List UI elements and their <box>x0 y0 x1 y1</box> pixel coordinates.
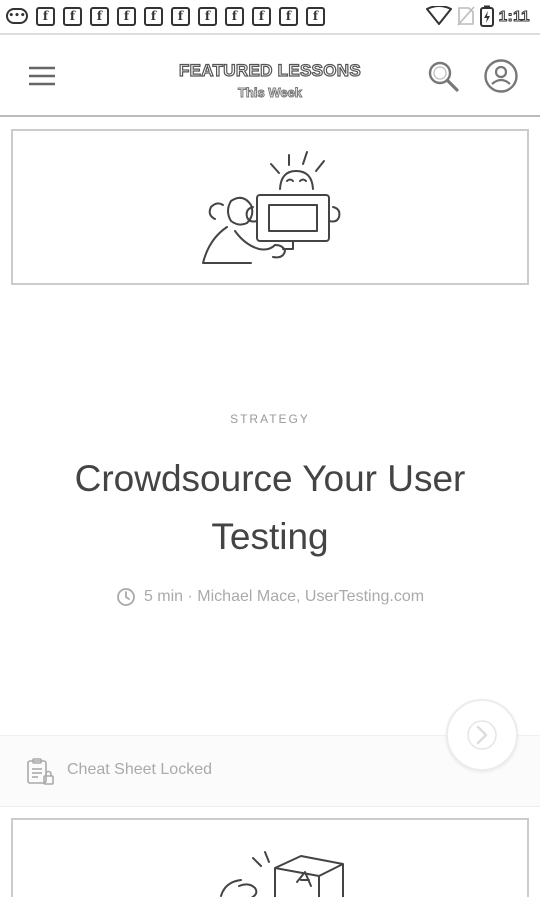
clock-icon <box>117 588 135 606</box>
wifi-icon <box>425 6 452 25</box>
search-button[interactable] <box>424 57 462 95</box>
more-notifications-icon: ••• <box>6 8 28 24</box>
box-illustration <box>220 851 344 897</box>
notification-icons: ••• f f f f f f f f f f f <box>0 6 325 26</box>
next-lesson-illustration[interactable] <box>11 818 529 897</box>
lesson-meta-text: 5 min · Michael Mace, UserTesting.com <box>143 588 425 605</box>
facebook-notification-icon: f <box>90 6 109 26</box>
lesson-illustration[interactable] <box>11 129 529 285</box>
facebook-notification-icon: f <box>63 6 82 26</box>
facebook-notification-icon: f <box>36 6 55 26</box>
profile-icon <box>484 59 518 93</box>
facebook-notification-icon: f <box>117 6 136 26</box>
lesson-meta: 5 min · Michael Mace, UserTesting.com <box>0 587 540 607</box>
battery-icon <box>479 5 494 27</box>
system-icons: 1:11 <box>425 5 530 27</box>
status-bar: ••• f f f f f f f f f f f 1:11 <box>0 0 540 32</box>
facebook-notification-icon: f <box>306 6 325 26</box>
facebook-notification-icon: f <box>252 6 271 26</box>
lesson-title[interactable]: Crowdsource Your User Testing <box>30 450 510 566</box>
search-icon <box>428 61 459 92</box>
screen: ••• f f f f f f f f f f f 1:11 FEATURED … <box>0 0 540 897</box>
clock-time: 1:11 <box>498 7 530 25</box>
facebook-notification-icon: f <box>225 6 244 26</box>
facebook-notification-icon: f <box>198 6 217 26</box>
facebook-notification-icon: f <box>279 6 298 26</box>
lesson-category: STRATEGY <box>230 412 310 426</box>
cheat-sheet-label: Cheat Sheet Locked <box>67 761 212 778</box>
user-testing-illustration <box>202 151 341 264</box>
app-bar: FEATURED LESSONS This Week <box>0 33 540 117</box>
facebook-notification-icon: f <box>171 6 190 26</box>
profile-button[interactable] <box>482 57 520 95</box>
locked-document-icon <box>27 758 54 785</box>
chevron-right-icon <box>467 720 497 750</box>
facebook-notification-icon: f <box>144 6 163 26</box>
no-sim-icon <box>457 6 475 26</box>
next-lesson-button[interactable] <box>446 699 518 771</box>
